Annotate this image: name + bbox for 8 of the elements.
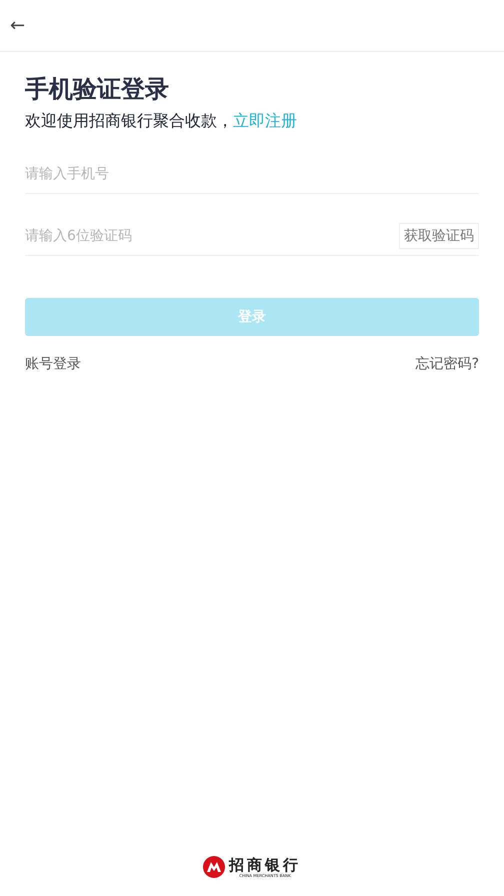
account-login-link[interactable]: 账号登录	[25, 355, 81, 373]
bank-name: 招商银行	[229, 856, 301, 872]
page-title: 手机验证登录	[25, 74, 170, 105]
welcome-text: 欢迎使用招商银行聚合收款，立即注册	[25, 110, 298, 132]
forgot-password-link[interactable]: 忘记密码?	[416, 355, 479, 373]
bank-logo-icon	[203, 856, 225, 878]
back-button[interactable]: ←	[10, 15, 26, 36]
get-code-button[interactable]: 获取验证码	[399, 223, 479, 249]
